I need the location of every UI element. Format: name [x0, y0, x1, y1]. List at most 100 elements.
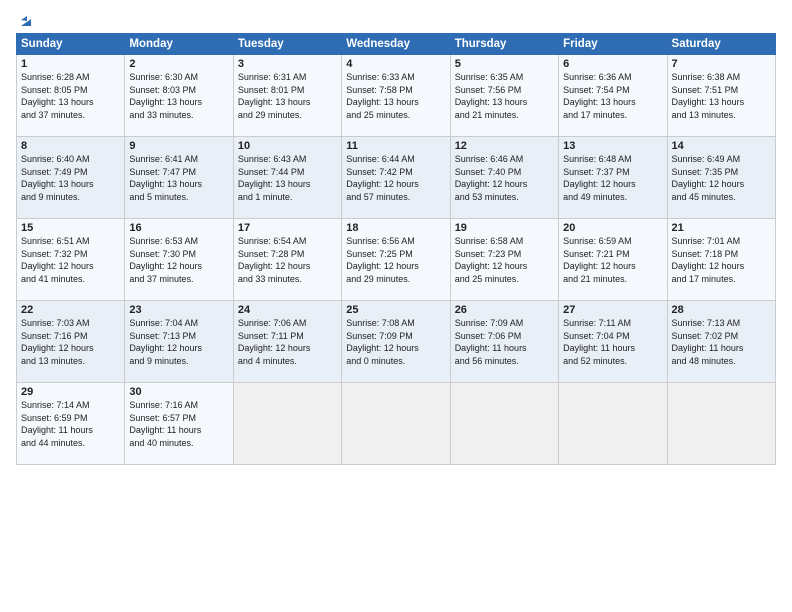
calendar-cell: 19Sunrise: 6:58 AM Sunset: 7:23 PM Dayli… — [450, 219, 558, 301]
day-number: 23 — [129, 304, 228, 316]
calendar-cell: 1Sunrise: 6:28 AM Sunset: 8:05 PM Daylig… — [17, 55, 125, 137]
logo — [16, 12, 35, 27]
day-content: Sunrise: 6:35 AM Sunset: 7:56 PM Dayligh… — [455, 71, 554, 121]
day-content: Sunrise: 6:58 AM Sunset: 7:23 PM Dayligh… — [455, 235, 554, 285]
day-content: Sunrise: 6:36 AM Sunset: 7:54 PM Dayligh… — [563, 71, 662, 121]
calendar-cell: 15Sunrise: 6:51 AM Sunset: 7:32 PM Dayli… — [17, 219, 125, 301]
day-number: 25 — [346, 304, 445, 316]
day-header-saturday: Saturday — [667, 34, 775, 55]
day-content: Sunrise: 6:28 AM Sunset: 8:05 PM Dayligh… — [21, 71, 120, 121]
day-number: 18 — [346, 222, 445, 234]
header — [16, 12, 776, 27]
calendar-cell: 11Sunrise: 6:44 AM Sunset: 7:42 PM Dayli… — [342, 137, 450, 219]
day-number: 27 — [563, 304, 662, 316]
calendar-week-4: 22Sunrise: 7:03 AM Sunset: 7:16 PM Dayli… — [17, 301, 776, 383]
calendar-cell: 14Sunrise: 6:49 AM Sunset: 7:35 PM Dayli… — [667, 137, 775, 219]
day-content: Sunrise: 6:41 AM Sunset: 7:47 PM Dayligh… — [129, 153, 228, 203]
day-header-thursday: Thursday — [450, 34, 558, 55]
calendar-cell: 13Sunrise: 6:48 AM Sunset: 7:37 PM Dayli… — [559, 137, 667, 219]
day-number: 20 — [563, 222, 662, 234]
day-content: Sunrise: 6:51 AM Sunset: 7:32 PM Dayligh… — [21, 235, 120, 285]
day-content: Sunrise: 7:04 AM Sunset: 7:13 PM Dayligh… — [129, 317, 228, 367]
calendar-week-1: 1Sunrise: 6:28 AM Sunset: 8:05 PM Daylig… — [17, 55, 776, 137]
page-container: SundayMondayTuesdayWednesdayThursdayFrid… — [0, 0, 792, 475]
calendar-cell: 28Sunrise: 7:13 AM Sunset: 7:02 PM Dayli… — [667, 301, 775, 383]
day-header-friday: Friday — [559, 34, 667, 55]
calendar-cell: 29Sunrise: 7:14 AM Sunset: 6:59 PM Dayli… — [17, 383, 125, 465]
day-number: 19 — [455, 222, 554, 234]
calendar-cell: 22Sunrise: 7:03 AM Sunset: 7:16 PM Dayli… — [17, 301, 125, 383]
day-content: Sunrise: 6:59 AM Sunset: 7:21 PM Dayligh… — [563, 235, 662, 285]
calendar-cell: 26Sunrise: 7:09 AM Sunset: 7:06 PM Dayli… — [450, 301, 558, 383]
calendar-cell — [667, 383, 775, 465]
day-content: Sunrise: 7:16 AM Sunset: 6:57 PM Dayligh… — [129, 399, 228, 449]
calendar-cell: 17Sunrise: 6:54 AM Sunset: 7:28 PM Dayli… — [233, 219, 341, 301]
calendar-cell: 3Sunrise: 6:31 AM Sunset: 8:01 PM Daylig… — [233, 55, 341, 137]
day-content: Sunrise: 6:49 AM Sunset: 7:35 PM Dayligh… — [672, 153, 771, 203]
calendar-cell: 6Sunrise: 6:36 AM Sunset: 7:54 PM Daylig… — [559, 55, 667, 137]
day-content: Sunrise: 7:01 AM Sunset: 7:18 PM Dayligh… — [672, 235, 771, 285]
day-content: Sunrise: 6:54 AM Sunset: 7:28 PM Dayligh… — [238, 235, 337, 285]
day-number: 8 — [21, 140, 120, 152]
day-number: 5 — [455, 58, 554, 70]
day-number: 2 — [129, 58, 228, 70]
day-header-monday: Monday — [125, 34, 233, 55]
day-number: 21 — [672, 222, 771, 234]
calendar-cell: 30Sunrise: 7:16 AM Sunset: 6:57 PM Dayli… — [125, 383, 233, 465]
day-content: Sunrise: 6:30 AM Sunset: 8:03 PM Dayligh… — [129, 71, 228, 121]
day-number: 22 — [21, 304, 120, 316]
calendar-header-row: SundayMondayTuesdayWednesdayThursdayFrid… — [17, 34, 776, 55]
calendar-cell: 20Sunrise: 6:59 AM Sunset: 7:21 PM Dayli… — [559, 219, 667, 301]
calendar-cell: 21Sunrise: 7:01 AM Sunset: 7:18 PM Dayli… — [667, 219, 775, 301]
day-number: 17 — [238, 222, 337, 234]
calendar-cell: 24Sunrise: 7:06 AM Sunset: 7:11 PM Dayli… — [233, 301, 341, 383]
day-content: Sunrise: 7:14 AM Sunset: 6:59 PM Dayligh… — [21, 399, 120, 449]
day-content: Sunrise: 6:31 AM Sunset: 8:01 PM Dayligh… — [238, 71, 337, 121]
day-content: Sunrise: 6:48 AM Sunset: 7:37 PM Dayligh… — [563, 153, 662, 203]
calendar-week-3: 15Sunrise: 6:51 AM Sunset: 7:32 PM Dayli… — [17, 219, 776, 301]
day-content: Sunrise: 7:03 AM Sunset: 7:16 PM Dayligh… — [21, 317, 120, 367]
day-number: 30 — [129, 386, 228, 398]
day-number: 1 — [21, 58, 120, 70]
calendar-cell — [233, 383, 341, 465]
calendar-cell: 18Sunrise: 6:56 AM Sunset: 7:25 PM Dayli… — [342, 219, 450, 301]
day-number: 11 — [346, 140, 445, 152]
calendar-cell: 5Sunrise: 6:35 AM Sunset: 7:56 PM Daylig… — [450, 55, 558, 137]
day-header-tuesday: Tuesday — [233, 34, 341, 55]
day-number: 12 — [455, 140, 554, 152]
calendar-cell: 16Sunrise: 6:53 AM Sunset: 7:30 PM Dayli… — [125, 219, 233, 301]
day-number: 7 — [672, 58, 771, 70]
calendar-cell: 12Sunrise: 6:46 AM Sunset: 7:40 PM Dayli… — [450, 137, 558, 219]
calendar-cell: 7Sunrise: 6:38 AM Sunset: 7:51 PM Daylig… — [667, 55, 775, 137]
day-content: Sunrise: 6:46 AM Sunset: 7:40 PM Dayligh… — [455, 153, 554, 203]
day-content: Sunrise: 7:13 AM Sunset: 7:02 PM Dayligh… — [672, 317, 771, 367]
day-number: 6 — [563, 58, 662, 70]
calendar-cell: 4Sunrise: 6:33 AM Sunset: 7:58 PM Daylig… — [342, 55, 450, 137]
day-content: Sunrise: 6:56 AM Sunset: 7:25 PM Dayligh… — [346, 235, 445, 285]
logo-arrow-icon — [17, 12, 35, 30]
day-number: 9 — [129, 140, 228, 152]
day-number: 13 — [563, 140, 662, 152]
day-number: 3 — [238, 58, 337, 70]
day-number: 4 — [346, 58, 445, 70]
day-content: Sunrise: 7:11 AM Sunset: 7:04 PM Dayligh… — [563, 317, 662, 367]
day-number: 26 — [455, 304, 554, 316]
calendar-cell: 23Sunrise: 7:04 AM Sunset: 7:13 PM Dayli… — [125, 301, 233, 383]
calendar-table: SundayMondayTuesdayWednesdayThursdayFrid… — [16, 33, 776, 465]
day-header-wednesday: Wednesday — [342, 34, 450, 55]
day-content: Sunrise: 6:44 AM Sunset: 7:42 PM Dayligh… — [346, 153, 445, 203]
day-number: 15 — [21, 222, 120, 234]
calendar-cell: 2Sunrise: 6:30 AM Sunset: 8:03 PM Daylig… — [125, 55, 233, 137]
calendar-cell — [559, 383, 667, 465]
calendar-cell: 10Sunrise: 6:43 AM Sunset: 7:44 PM Dayli… — [233, 137, 341, 219]
day-number: 16 — [129, 222, 228, 234]
calendar-cell — [342, 383, 450, 465]
day-content: Sunrise: 6:43 AM Sunset: 7:44 PM Dayligh… — [238, 153, 337, 203]
day-content: Sunrise: 7:09 AM Sunset: 7:06 PM Dayligh… — [455, 317, 554, 367]
day-number: 29 — [21, 386, 120, 398]
calendar-cell: 8Sunrise: 6:40 AM Sunset: 7:49 PM Daylig… — [17, 137, 125, 219]
day-content: Sunrise: 6:53 AM Sunset: 7:30 PM Dayligh… — [129, 235, 228, 285]
day-number: 14 — [672, 140, 771, 152]
day-content: Sunrise: 7:06 AM Sunset: 7:11 PM Dayligh… — [238, 317, 337, 367]
day-number: 10 — [238, 140, 337, 152]
